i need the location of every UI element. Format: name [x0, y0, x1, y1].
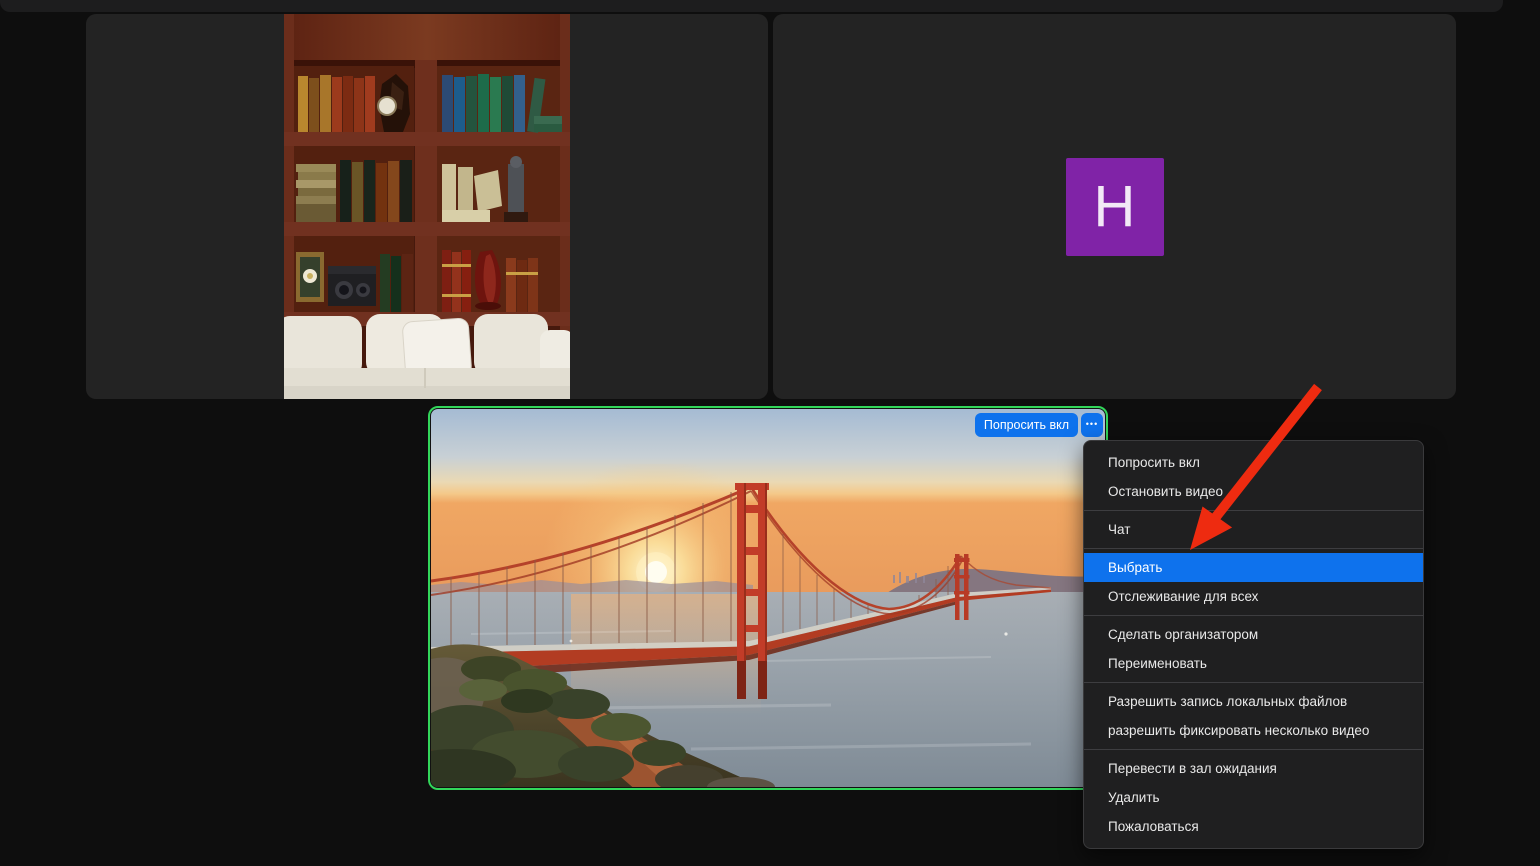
menu-divider — [1084, 548, 1423, 549]
meeting-stage: H — [0, 0, 1540, 866]
menu-item-select[interactable]: Выбрать — [1084, 553, 1423, 582]
ellipsis-icon: ••• — [1086, 420, 1098, 429]
video-tile-bookshelf[interactable] — [86, 14, 768, 399]
bridge-video-frame — [431, 409, 1105, 787]
video-tile-bridge[interactable]: Попросить вкл ••• — [428, 406, 1108, 790]
menu-item-spotlight-for-all[interactable]: Отслеживание для всех — [1084, 582, 1423, 611]
tile-overlay-controls: Попросить вкл ••• — [975, 413, 1103, 437]
menu-divider — [1084, 682, 1423, 683]
menu-item-allow-multi-pin[interactable]: разрешить фиксировать несколько видео — [1084, 716, 1423, 745]
menu-item-ask-to-unmute[interactable]: Попросить вкл — [1084, 448, 1423, 477]
menu-item-chat[interactable]: Чат — [1084, 515, 1423, 544]
menu-divider — [1084, 749, 1423, 750]
bookshelf-video-frame — [284, 14, 570, 399]
menu-divider — [1084, 510, 1423, 511]
more-options-button[interactable]: ••• — [1081, 413, 1103, 437]
ask-to-unmute-button[interactable]: Попросить вкл — [975, 413, 1078, 437]
video-tile-avatar[interactable]: H — [773, 14, 1456, 399]
menu-item-stop-video[interactable]: Остановить видео — [1084, 477, 1423, 506]
avatar: H — [1066, 158, 1164, 256]
menu-item-move-to-waiting-room[interactable]: Перевести в зал ожидания — [1084, 754, 1423, 783]
participant-context-menu: Попросить вкл Остановить видео Чат Выбра… — [1083, 440, 1424, 849]
top-edge-strip — [0, 0, 1503, 12]
bridge-scene — [431, 409, 1105, 787]
menu-item-remove[interactable]: Удалить — [1084, 783, 1423, 812]
menu-item-report[interactable]: Пожаловаться — [1084, 812, 1423, 841]
menu-item-make-host[interactable]: Сделать организатором — [1084, 620, 1423, 649]
menu-item-allow-local-recording[interactable]: Разрешить запись локальных файлов — [1084, 687, 1423, 716]
avatar-letter: H — [1094, 178, 1136, 236]
menu-divider — [1084, 615, 1423, 616]
menu-item-rename[interactable]: Переименовать — [1084, 649, 1423, 678]
